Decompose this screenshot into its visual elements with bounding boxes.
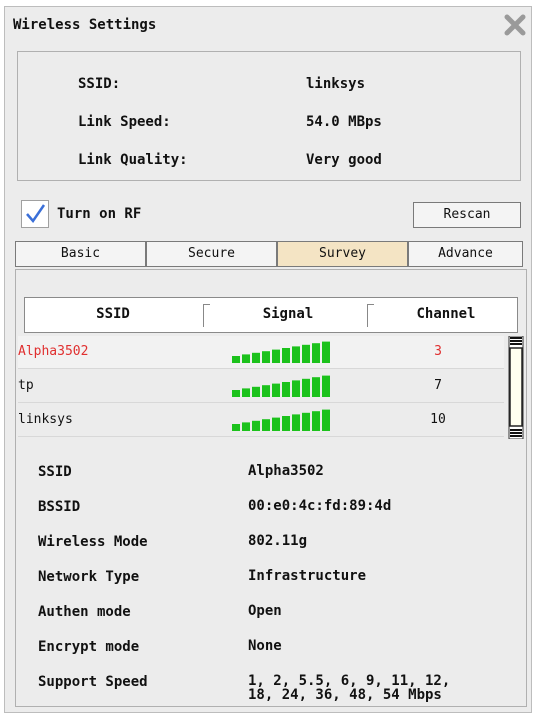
signal-bar [262,419,270,431]
connection-status-panel: SSID: linksys Link Speed: 54.0 MBps Link… [17,51,521,181]
tab-bar: Basic Secure Survey Advance [15,241,523,267]
tab-secure[interactable]: Secure [146,241,277,267]
signal-bar [232,356,240,363]
column-header-channel[interactable]: Channel [373,306,519,322]
signal-bar [282,382,290,397]
detail-value: 1, 2, 5.5, 6, 9, 11, 12, 18, 24, 36, 48,… [248,673,451,703]
network-channel: 10 [430,412,446,427]
detail-label: Wireless Mode [38,534,148,550]
network-channel: 3 [434,344,442,359]
signal-bar [272,349,280,363]
window-title: Wireless Settings [13,17,157,33]
signal-bar [292,380,300,397]
wireless-settings-window: Wireless Settings SSID: linksys Link Spe… [4,6,532,713]
signal-bar [252,420,260,431]
detail-label: Network Type [38,569,140,585]
tab-advance[interactable]: Advance [408,241,523,267]
detail-value: Infrastructure [248,568,367,584]
network-row[interactable]: tp 7 [18,370,504,403]
detail-label: BSSID [38,499,81,515]
signal-bar [232,390,240,397]
signal-bar [312,377,320,397]
signal-bar [252,386,260,397]
signal-bar [282,348,290,363]
signal-bar [292,346,300,363]
signal-bar [292,414,300,431]
status-row-ssid: SSID: linksys [18,76,520,96]
signal-bar [262,385,270,397]
detail-label: Encrypt mode [38,639,140,655]
signal-bar [242,388,250,397]
status-row-link-quality: Link Quality: Very good [18,152,520,172]
survey-panel: SSID Signal Channel Alpha3502 3 tp 7 lin… [15,269,527,707]
signal-bar [302,378,310,397]
signal-bar [242,422,250,431]
network-list: Alpha3502 3 tp 7 linksys 10 [18,336,524,439]
status-label: Link Speed: [78,114,171,130]
close-icon[interactable] [503,13,527,37]
column-header-ssid[interactable]: SSID [25,306,201,322]
status-value: linksys [306,76,366,92]
detail-label: Authen mode [38,604,131,620]
status-label: SSID: [78,76,121,92]
signal-bar [282,416,290,431]
status-value: 54.0 MBps [306,114,382,130]
signal-bar [272,417,280,431]
tab-survey[interactable]: Survey [277,241,408,267]
signal-strength-icon [232,341,330,363]
network-ssid: tp [18,378,34,393]
signal-bar [302,344,310,363]
detail-value: Open [248,603,282,619]
detail-label: SSID [38,464,72,480]
signal-bar [322,341,330,363]
network-list-header: SSID Signal Channel [24,297,518,333]
signal-bar [312,343,320,363]
status-label: Link Quality: [78,152,188,168]
detail-label: Support Speed [38,674,148,690]
signal-bar [232,424,240,431]
network-ssid: linksys [18,412,73,427]
detail-value: Alpha3502 [248,463,324,479]
list-scrollbar[interactable] [508,336,524,439]
network-channel: 7 [434,378,442,393]
status-value: Very good [306,152,382,168]
signal-bar [322,409,330,431]
detail-value: 802.11g [248,533,308,549]
rf-label: Turn on RF [57,206,142,222]
checkmark-icon [26,204,46,224]
signal-bar [262,351,270,363]
signal-strength-icon [232,375,330,397]
signal-bar [252,352,260,363]
signal-bar [312,411,320,431]
detail-value: None [248,638,282,654]
network-row[interactable]: linksys 10 [18,404,504,437]
signal-bar [302,412,310,431]
signal-bar [242,354,250,363]
signal-strength-icon [232,409,330,431]
status-row-link-speed: Link Speed: 54.0 MBps [18,114,520,134]
rescan-button[interactable]: Rescan [413,202,521,228]
title-bar: Wireless Settings [5,7,531,45]
signal-bar [272,383,280,397]
signal-bar [322,375,330,397]
column-header-signal[interactable]: Signal [209,306,367,322]
network-ssid: Alpha3502 [18,344,89,359]
network-row[interactable]: Alpha3502 3 [18,336,504,369]
rf-checkbox[interactable] [21,200,49,228]
tab-basic[interactable]: Basic [15,241,146,267]
detail-value: 00:e0:4c:fd:89:4d [248,498,392,514]
